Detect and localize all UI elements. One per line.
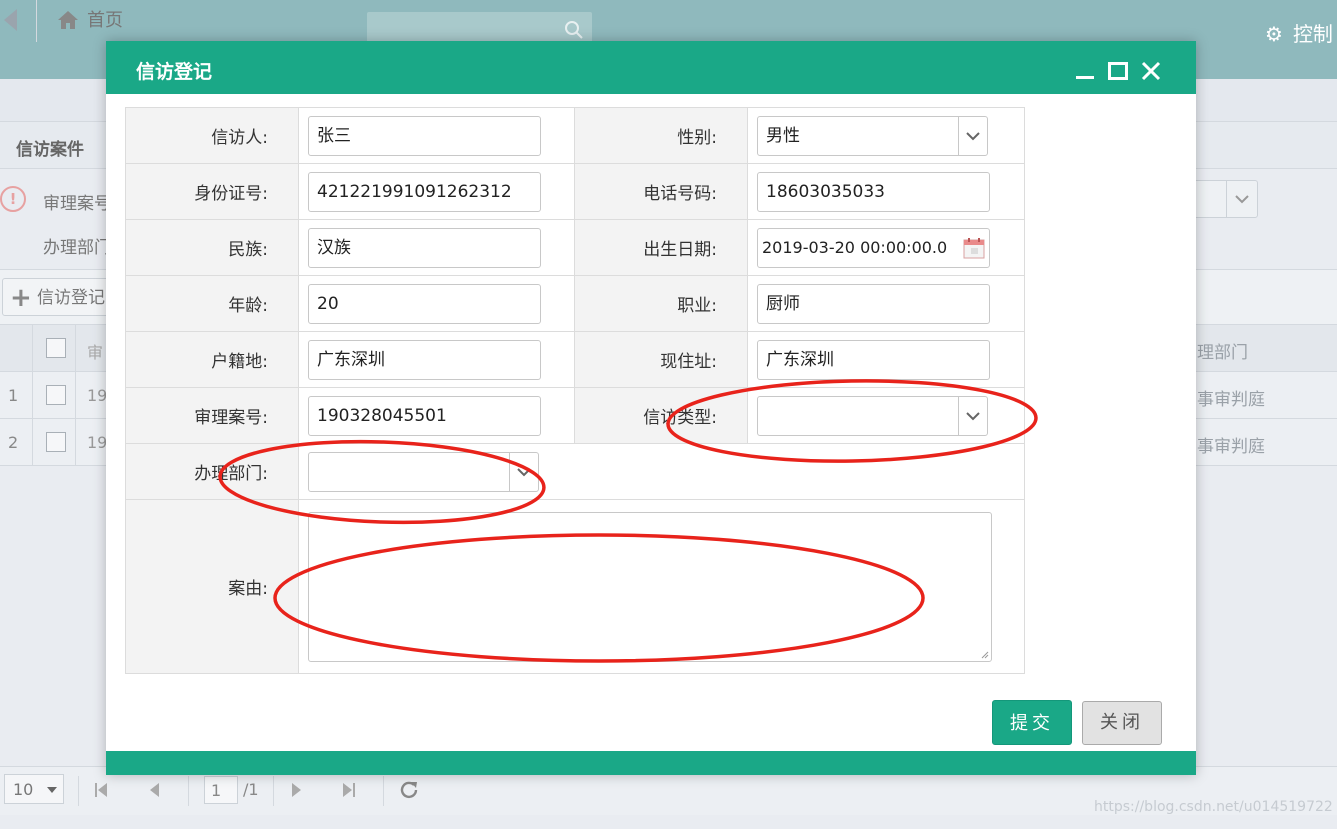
close-button[interactable]: 关闭 [1082,701,1162,745]
row-checkbox[interactable] [46,432,66,452]
filter-case-no-label: 审理案号 [43,194,111,214]
registration-form: 信访人: 张三 性别: 男性 身份证号: 421221991091262312 … [125,107,1025,674]
case-number-label: 审理案号: [125,387,299,444]
control-panel-link[interactable]: ⚙ 控制 [1265,18,1333,47]
address-label: 现住址: [574,331,748,388]
caret-down-icon [47,787,57,793]
dialog-header: 信访登记 [106,41,1196,94]
chevron-down-icon[interactable] [958,116,987,155]
page-size-select[interactable]: 10 [4,774,64,804]
panel-title: 信访案件 [16,140,84,160]
reason-label: 案由: [125,499,299,674]
domicile-label: 户籍地: [125,331,299,388]
occupation-label: 职业: [574,275,748,332]
pager-divider [273,776,274,806]
gender-select[interactable]: 男性 [757,115,988,156]
visitor-name-input[interactable]: 张三 [308,115,541,156]
chevron-down-icon[interactable] [958,396,987,435]
dialog-title: 信访登记 [136,61,213,83]
add-visit-button[interactable]: + 信访登记 [2,278,112,316]
last-page-icon[interactable] [342,782,356,798]
pager-divider [383,776,384,806]
tab-home[interactable]: 首页 [36,0,132,42]
prev-page-icon[interactable] [148,782,160,798]
dept-select[interactable] [308,451,539,492]
reason-textarea[interactable] [308,511,992,662]
id-number-label: 身份证号: [125,163,299,220]
select-all-checkbox[interactable] [46,338,66,358]
refresh-icon[interactable] [399,780,419,800]
column-dept-header: 理部门 [1197,343,1248,363]
home-icon [58,11,78,29]
row-checkbox[interactable] [46,385,66,405]
page-total: /1 [243,780,259,799]
occupation-input[interactable]: 厨师 [757,283,990,324]
gender-value: 男性 [766,125,800,146]
filter-select[interactable] [1190,180,1258,218]
warning-icon: ! [0,186,26,212]
next-page-icon[interactable] [291,782,303,798]
calendar-icon[interactable] [963,237,985,259]
dept-label: 办理部门: [125,443,299,500]
case-number-input[interactable]: 190328045501 [308,395,541,436]
search-icon[interactable] [564,20,584,40]
tab-home-label: 首页 [87,10,123,31]
visit-registration-dialog: 信访登记 信访人: 张三 性别: 男性 身份证号: 42122199109126… [106,41,1196,775]
visitor-label: 信访人: [125,107,299,164]
birthdate-label: 出生日期: [574,219,748,276]
row-case-no: 19 [87,386,108,405]
birthdate-value: 2019-03-20 00:00:00.0 [762,237,948,257]
visit-type-label: 信访类型: [574,387,748,444]
page-size-value: 10 [13,780,34,799]
submit-button[interactable]: 提交 [992,700,1072,745]
domicile-input[interactable]: 广东深圳 [308,339,541,380]
watermark-text: https://blog.csdn.net/u014519722 [1094,799,1333,815]
row-number: 2 [8,433,19,452]
dialog-footer-bar [106,751,1196,775]
row-dept: 事审判庭 [1197,390,1265,410]
ethnicity-label: 民族: [125,219,299,276]
maximize-icon[interactable] [1107,61,1129,81]
age-input[interactable]: 20 [308,283,541,324]
page-number-input[interactable]: 1 [204,776,238,804]
chevron-down-icon[interactable] [1226,181,1257,217]
resize-grip-icon[interactable] [981,651,989,659]
pager-divider [78,776,79,806]
minimize-icon[interactable] [1074,61,1096,81]
grid-divider [32,325,33,466]
row-dept: 事审判庭 [1197,437,1265,457]
row-number: 1 [8,386,19,405]
age-label: 年龄: [125,275,299,332]
grid-divider [75,325,76,466]
close-icon[interactable] [1140,61,1162,81]
visit-type-select[interactable] [757,395,988,436]
gender-label: 性别: [574,107,748,164]
control-label: 控制 [1292,22,1333,46]
phone-input[interactable]: 18603035033 [757,171,990,212]
filter-dept-label: 办理部门 [43,238,111,258]
column-case-header: 审 [87,343,104,362]
id-number-input[interactable]: 421221991091262312 [308,171,541,212]
birthdate-input[interactable]: 2019-03-20 00:00:00.0 [757,227,990,268]
address-input[interactable]: 广东深圳 [757,339,990,380]
first-page-icon[interactable] [94,782,108,798]
chevron-down-icon[interactable] [509,452,538,491]
ethnicity-input[interactable]: 汉族 [308,227,541,268]
gear-icon: ⚙ [1265,22,1283,46]
add-visit-label: 信访登记 [37,288,105,308]
row-case-no: 19 [87,433,108,452]
pager-divider [188,776,189,806]
phone-label: 电话号码: [574,163,748,220]
tab-scroll-left-icon[interactable] [4,9,17,31]
plus-icon: + [10,283,32,313]
